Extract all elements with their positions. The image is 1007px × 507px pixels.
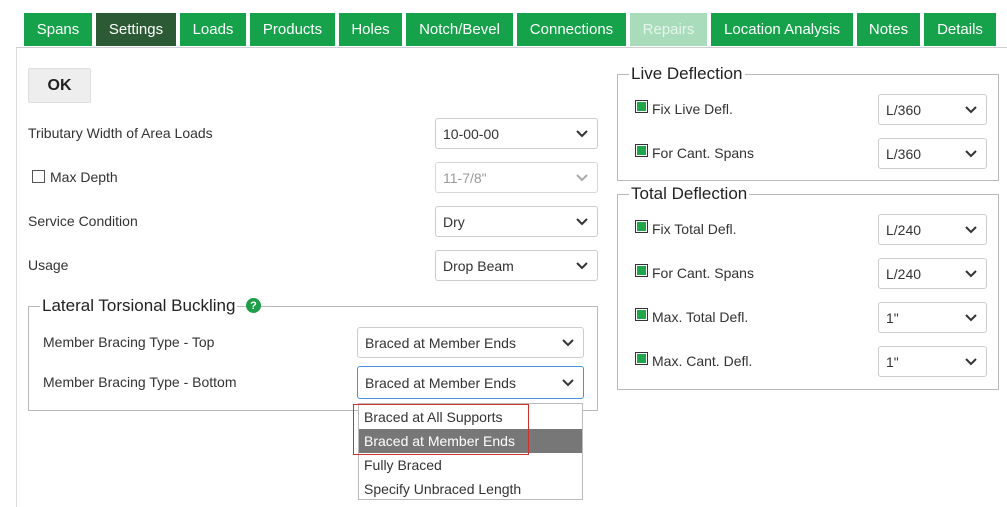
total-deflection-legend: Total Deflection xyxy=(629,184,750,204)
total-cant-spans-checkbox[interactable] xyxy=(635,264,648,277)
chevron-down-icon xyxy=(965,270,977,278)
tab-notch-bevel[interactable]: Notch/Bevel xyxy=(406,13,513,46)
fix-total-defl-select[interactable]: L/240 xyxy=(878,214,987,245)
fix-live-defl-select[interactable]: L/360 xyxy=(878,94,987,125)
bracing-top-select[interactable]: Braced at Member Ends xyxy=(357,327,584,358)
tab-spans[interactable]: Spans xyxy=(24,13,92,46)
tributary-width-value: 10-00-00 xyxy=(443,125,500,142)
usage-label: Usage xyxy=(28,257,69,273)
max-total-defl-label: Max. Total Defl. xyxy=(652,309,749,325)
tab-repairs: Repairs xyxy=(630,13,707,46)
fix-live-defl-checkbox[interactable] xyxy=(635,100,648,113)
max-depth-checkbox[interactable] xyxy=(32,170,45,183)
chevron-down-icon xyxy=(576,262,588,270)
usage-select[interactable]: Drop Beam xyxy=(435,250,598,281)
chevron-down-icon xyxy=(965,226,977,234)
usage-value: Drop Beam xyxy=(443,257,514,274)
fix-live-defl-label: Fix Live Defl. xyxy=(652,101,733,117)
max-cant-defl-label: Max. Cant. Defl. xyxy=(652,353,753,369)
dropdown-option[interactable]: Fully Braced xyxy=(359,453,582,477)
service-condition-label: Service Condition xyxy=(28,213,138,229)
highlight-box xyxy=(353,404,529,455)
fix-total-defl-checkbox[interactable] xyxy=(635,220,648,233)
tab-settings[interactable]: Settings xyxy=(96,13,176,46)
live-cant-spans-checkbox[interactable] xyxy=(635,144,648,157)
chevron-down-icon xyxy=(965,150,977,158)
live-cant-spans-value: L/360 xyxy=(886,145,922,162)
chevron-down-icon xyxy=(562,339,574,347)
tab-location-analysis[interactable]: Location Analysis xyxy=(711,13,853,46)
chevron-down-icon xyxy=(576,218,588,226)
max-total-defl-checkbox[interactable] xyxy=(635,308,648,321)
total-cant-spans-select[interactable]: L/240 xyxy=(878,258,987,289)
max-total-defl-value: 1" xyxy=(886,309,899,326)
max-depth-select: 11-7/8" xyxy=(435,162,598,193)
total-cant-spans-label: For Cant. Spans xyxy=(652,265,754,281)
help-icon[interactable]: ? xyxy=(246,298,261,313)
dropdown-option[interactable]: Specify Unbraced Length xyxy=(359,477,582,501)
chevron-down-icon xyxy=(576,174,588,182)
tab-notes[interactable]: Notes xyxy=(857,13,920,46)
max-cant-defl-value: 1" xyxy=(886,353,899,370)
service-condition-value: Dry xyxy=(443,213,465,230)
max-depth-label: Max Depth xyxy=(50,169,118,185)
max-cant-defl-checkbox[interactable] xyxy=(635,352,648,365)
live-cant-spans-label: For Cant. Spans xyxy=(652,145,754,161)
bracing-top-label: Member Bracing Type - Top xyxy=(43,334,215,350)
ok-button[interactable]: OK xyxy=(28,68,91,103)
chevron-down-icon xyxy=(965,358,977,366)
chevron-down-icon xyxy=(965,314,977,322)
service-condition-select[interactable]: Dry xyxy=(435,206,598,237)
max-total-defl-select[interactable]: 1" xyxy=(878,302,987,333)
fix-live-defl-value: L/360 xyxy=(886,101,922,118)
live-cant-spans-select[interactable]: L/360 xyxy=(878,138,987,169)
total-cant-spans-value: L/240 xyxy=(886,265,922,282)
tab-holes[interactable]: Holes xyxy=(339,13,402,46)
bracing-top-value: Braced at Member Ends xyxy=(365,334,516,351)
bracing-bottom-value: Braced at Member Ends xyxy=(365,374,516,391)
tab-loads[interactable]: Loads xyxy=(180,13,246,46)
tab-details[interactable]: Details xyxy=(924,13,996,46)
chevron-down-icon xyxy=(576,130,588,138)
max-depth-value: 11-7/8" xyxy=(443,169,487,186)
fix-total-defl-value: L/240 xyxy=(886,221,922,238)
ltb-legend: Lateral Torsional Buckling xyxy=(40,296,238,316)
chevron-down-icon xyxy=(965,106,977,114)
bracing-bottom-select[interactable]: Braced at Member Ends xyxy=(357,366,584,399)
tab-products[interactable]: Products xyxy=(250,13,335,46)
tab-connections[interactable]: Connections xyxy=(517,13,626,46)
tributary-width-select[interactable]: 10-00-00 xyxy=(435,118,598,149)
max-cant-defl-select[interactable]: 1" xyxy=(878,346,987,377)
bracing-bottom-label: Member Bracing Type - Bottom xyxy=(43,374,237,390)
chevron-down-icon xyxy=(562,379,574,387)
tributary-width-label: Tributary Width of Area Loads xyxy=(28,125,213,141)
fix-total-defl-label: Fix Total Defl. xyxy=(652,221,737,237)
live-deflection-legend: Live Deflection xyxy=(629,64,745,84)
